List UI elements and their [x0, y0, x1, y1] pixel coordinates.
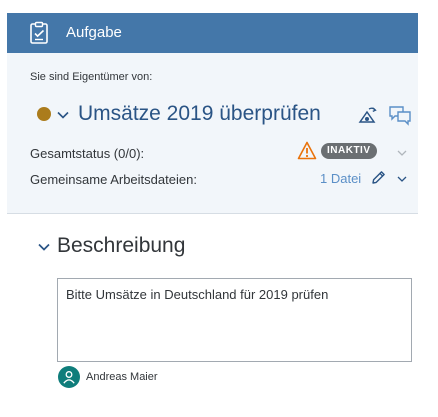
chevron-down-icon[interactable] — [56, 108, 70, 122]
avatar — [58, 366, 80, 388]
chevron-down-icon[interactable] — [396, 147, 408, 159]
status-badge: INAKTIV — [321, 143, 377, 159]
comment-icon[interactable] — [388, 104, 412, 126]
header-bar: Aufgabe — [7, 13, 418, 53]
pencil-icon[interactable] — [370, 169, 387, 186]
warning-icon — [297, 141, 317, 160]
status-label: Gesamtstatus (0/0): — [30, 146, 145, 161]
description-section-title[interactable]: Beschreibung — [57, 234, 185, 258]
owner-label: Sie sind Eigentümer von: — [30, 71, 153, 83]
shared-files-label: Gemeinsame Arbeitsdateien: — [30, 172, 197, 187]
share-icon[interactable] — [356, 104, 378, 126]
chevron-down-icon[interactable] — [396, 173, 408, 185]
description-textarea[interactable]: Bitte Umsätze in Deutschland für 2019 pr… — [57, 278, 412, 362]
priority-indicator[interactable] — [37, 107, 51, 121]
clipboard-task-icon — [30, 21, 48, 44]
author-name: Andreas Maier — [86, 371, 158, 383]
header-title: Aufgabe — [66, 24, 122, 41]
chevron-down-icon[interactable] — [37, 240, 51, 254]
object-header: Sie sind Eigentümer von: Umsätze 2019 üb… — [7, 53, 418, 214]
person-icon — [63, 371, 75, 384]
object-title: Umsätze 2019 überprüfen — [78, 102, 321, 125]
shared-files-link[interactable]: 1 Datei — [320, 171, 361, 186]
